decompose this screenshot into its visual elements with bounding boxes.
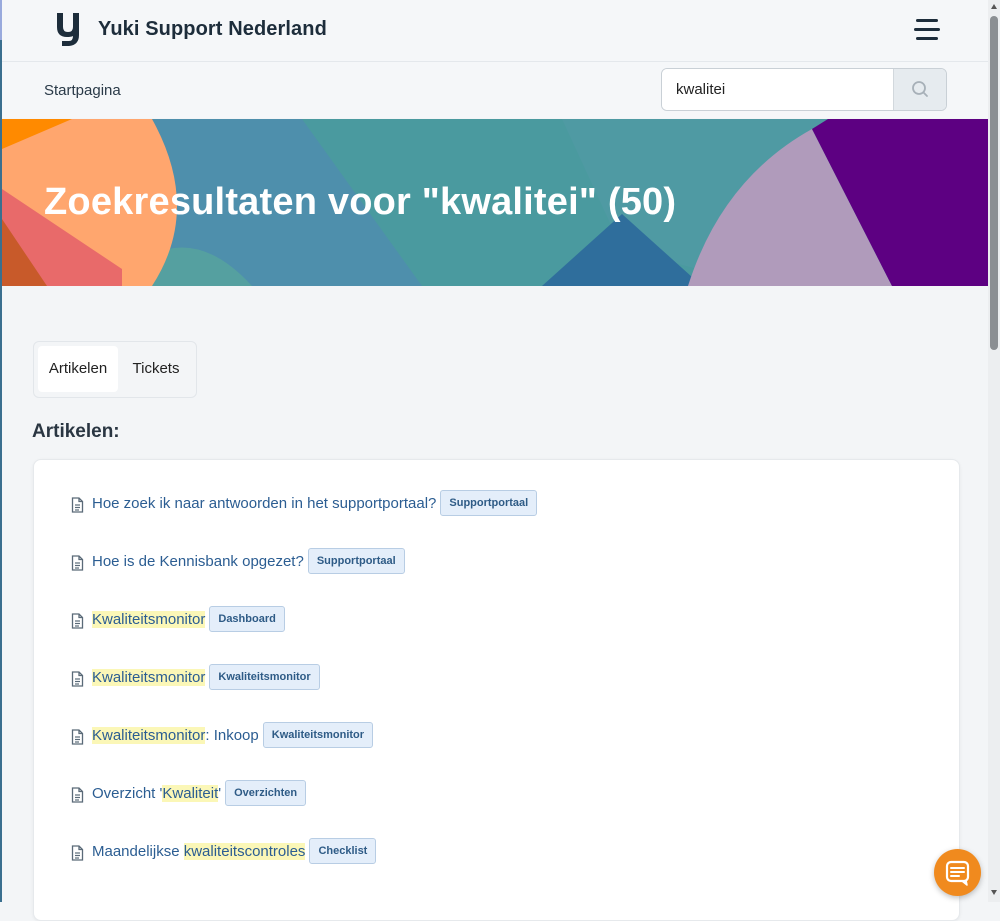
result-item: Kwaliteitsmonitor: Inkoop Kwaliteitsmonit… <box>70 722 374 748</box>
search-highlight: kwaliteitscontroles <box>183 842 306 860</box>
scroll-up-arrow-icon[interactable] <box>991 4 997 9</box>
result-item: Overzicht 'Kwaliteit' Overzichten <box>70 780 307 806</box>
category-badge[interactable]: Kwaliteitsmonitor <box>262 722 374 748</box>
result-text: Hoe is de Kennisbank opgezet? <box>92 552 304 570</box>
result-text: ' <box>218 784 222 802</box>
tab-artikelen[interactable]: Artikelen <box>38 346 118 392</box>
nav-bar: Startpagina <box>2 62 988 118</box>
search-icon <box>912 81 928 97</box>
document-icon <box>71 613 84 629</box>
result-item: Kwaliteitsmonitor Kwaliteitsmonitor <box>70 664 320 690</box>
page-scrollbar[interactable] <box>988 0 1000 902</box>
result-link[interactable]: Kwaliteitsmonitor <box>92 610 206 628</box>
search-box <box>661 68 947 111</box>
document-icon <box>71 787 84 803</box>
result-text: Maandelijkse <box>92 842 184 860</box>
result-link[interactable]: Kwaliteitsmonitor: Inkoop <box>92 726 259 744</box>
document-icon <box>71 555 84 571</box>
category-badge[interactable]: Checklist <box>309 838 377 864</box>
hero-banner: Zoekresultaten voor "kwalitei" (50) <box>2 119 988 286</box>
document-icon <box>71 671 84 687</box>
result-item: Hoe zoek ik naar antwoorden in het suppo… <box>70 490 538 516</box>
category-badge[interactable]: Dashboard <box>209 606 285 632</box>
category-badge[interactable]: Overzichten <box>225 780 307 806</box>
section-heading: Artikelen: <box>32 421 120 442</box>
breadcrumb-home[interactable]: Startpagina <box>44 82 121 99</box>
result-link[interactable]: Kwaliteitsmonitor <box>92 668 206 686</box>
search-button[interactable] <box>893 69 946 110</box>
result-tabs: Artikelen Tickets <box>33 341 197 398</box>
result-item: Hoe is de Kennisbank opgezet? Supportport… <box>70 548 405 574</box>
search-highlight: Kwaliteit <box>162 784 219 802</box>
document-icon <box>71 497 84 513</box>
search-input[interactable] <box>662 69 892 110</box>
category-badge[interactable]: Kwaliteitsmonitor <box>209 664 320 690</box>
page-title: Zoekresultaten voor "kwalitei" (50) <box>44 181 677 223</box>
search-highlight: Kwaliteitsmonitor <box>92 726 206 744</box>
results-card: Hoe zoek ik naar antwoorden in het suppo… <box>33 459 960 921</box>
site-header: Yuki Support Nederland <box>2 0 988 62</box>
hamburger-icon[interactable] <box>914 19 940 41</box>
result-item: Kwaliteitsmonitor Dashboard <box>70 606 285 632</box>
site-title[interactable]: Yuki Support Nederland <box>98 18 327 41</box>
scroll-down-arrow-icon[interactable] <box>991 890 997 895</box>
result-item: Maandelijkse kwaliteitscontroles Checklis… <box>70 838 377 864</box>
document-icon <box>71 729 84 745</box>
search-highlight: Kwaliteitsmonitor <box>92 610 206 628</box>
result-link[interactable]: Hoe zoek ik naar antwoorden in het suppo… <box>92 495 436 512</box>
result-link[interactable]: Hoe is de Kennisbank opgezet? <box>92 553 304 570</box>
result-link[interactable]: Maandelijkse kwaliteitscontroles <box>92 842 306 860</box>
result-text: Overzicht ' <box>92 784 163 802</box>
category-badge[interactable]: Supportportaal <box>307 548 405 574</box>
yuki-logo[interactable] <box>54 11 84 49</box>
chat-button[interactable] <box>934 849 981 896</box>
chat-icon <box>945 860 970 886</box>
scroll-thumb[interactable] <box>990 16 998 350</box>
document-icon <box>71 845 84 861</box>
result-text: : Inkoop <box>205 726 259 744</box>
result-link[interactable]: Overzicht 'Kwaliteit' <box>92 784 222 802</box>
result-text: Hoe zoek ik naar antwoorden in het suppo… <box>92 494 437 512</box>
tab-tickets[interactable]: Tickets <box>122 346 190 392</box>
search-highlight: Kwaliteitsmonitor <box>92 668 206 686</box>
category-badge[interactable]: Supportportaal <box>440 490 538 516</box>
